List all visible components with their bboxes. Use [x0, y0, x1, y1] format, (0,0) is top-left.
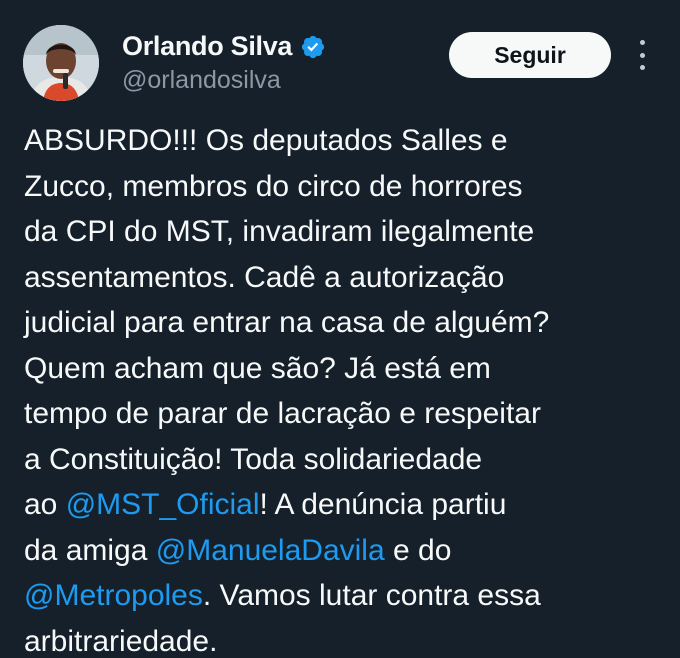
- avatar[interactable]: [23, 25, 99, 101]
- more-options-icon[interactable]: [628, 40, 656, 70]
- author-handle[interactable]: @orlandosilva: [122, 66, 281, 95]
- tweet-text-segment: ao: [24, 488, 66, 521]
- dot: [639, 65, 645, 70]
- tweet-text-line: a Constituição! Toda solidariedade: [24, 437, 664, 483]
- verified-badge-icon: [300, 34, 326, 60]
- tweet-card: Orlando Silva @orlandosilva Seguir ABSUR…: [0, 0, 680, 658]
- tweet-text-segment: Quem acham que são? Já está em: [24, 351, 491, 385]
- follow-button[interactable]: Seguir: [449, 32, 611, 78]
- tweet-text-segment: judicial para entrar na casa de alguém?: [24, 306, 550, 339]
- tweet-text-segment: assentamentos. Cadê a autorização: [24, 260, 505, 294]
- tweet-text-segment: arbitrariedade.: [24, 624, 218, 658]
- mention-link[interactable]: @MST_Oficial: [66, 488, 260, 521]
- tweet-text-segment: da amiga: [24, 533, 156, 567]
- tweet-text-line: assentamentos. Cadê a autorização: [24, 255, 664, 301]
- tweet-text-line: @Metropoles. Vamos lutar contra essa: [24, 573, 664, 619]
- tweet-text-segment: . Vamos lutar contra essa: [202, 579, 541, 612]
- tweet-text-segment: tempo de parar de lacração e respeitar: [24, 397, 541, 430]
- avatar-image: [23, 25, 99, 101]
- tweet-text-segment: da CPI do MST, invadiram ilegalmente: [24, 215, 535, 248]
- tweet-text-line: Zucco, membros do circo de horrores: [24, 164, 664, 210]
- tweet-text-line: ABSURDO!!! Os deputados Salles e: [24, 118, 664, 164]
- tweet-text-line: tempo de parar de lacração e respeitar: [24, 391, 664, 437]
- mention-link[interactable]: @ManuelaDavila: [156, 534, 385, 567]
- tweet-text-segment: ABSURDO!!! Os deputados Salles e: [24, 124, 508, 157]
- dot: [639, 40, 645, 45]
- tweet-text-line: Quem acham que são? Já está em: [24, 346, 664, 392]
- tweet-text-segment: e do: [384, 533, 452, 567]
- tweet-text-line: judicial para entrar na casa de alguém?: [24, 300, 664, 346]
- tweet-text-segment: a Constituição! Toda solidariedade: [24, 442, 483, 476]
- tweet-text-line: da CPI do MST, invadiram ilegalmente: [24, 209, 664, 255]
- tweet-text: ABSURDO!!! Os deputados Salles e Zucco, m…: [24, 118, 664, 658]
- tweet-text-line: arbitrariedade.: [24, 619, 664, 658]
- dot: [639, 52, 645, 58]
- tweet-text-segment: Zucco, membros do circo de horrores: [24, 169, 523, 203]
- tweet-text-line: ao @MST_Oficial! A denúncia partiu: [24, 482, 664, 528]
- author-name-row: Orlando Silva: [122, 31, 326, 62]
- tweet-text-line: da amiga @ManuelaDavila e do: [24, 528, 664, 574]
- mention-link[interactable]: @Metropoles: [24, 579, 203, 612]
- author-display-name[interactable]: Orlando Silva: [122, 31, 292, 62]
- tweet-text-segment: ! A denúncia partiu: [259, 488, 507, 521]
